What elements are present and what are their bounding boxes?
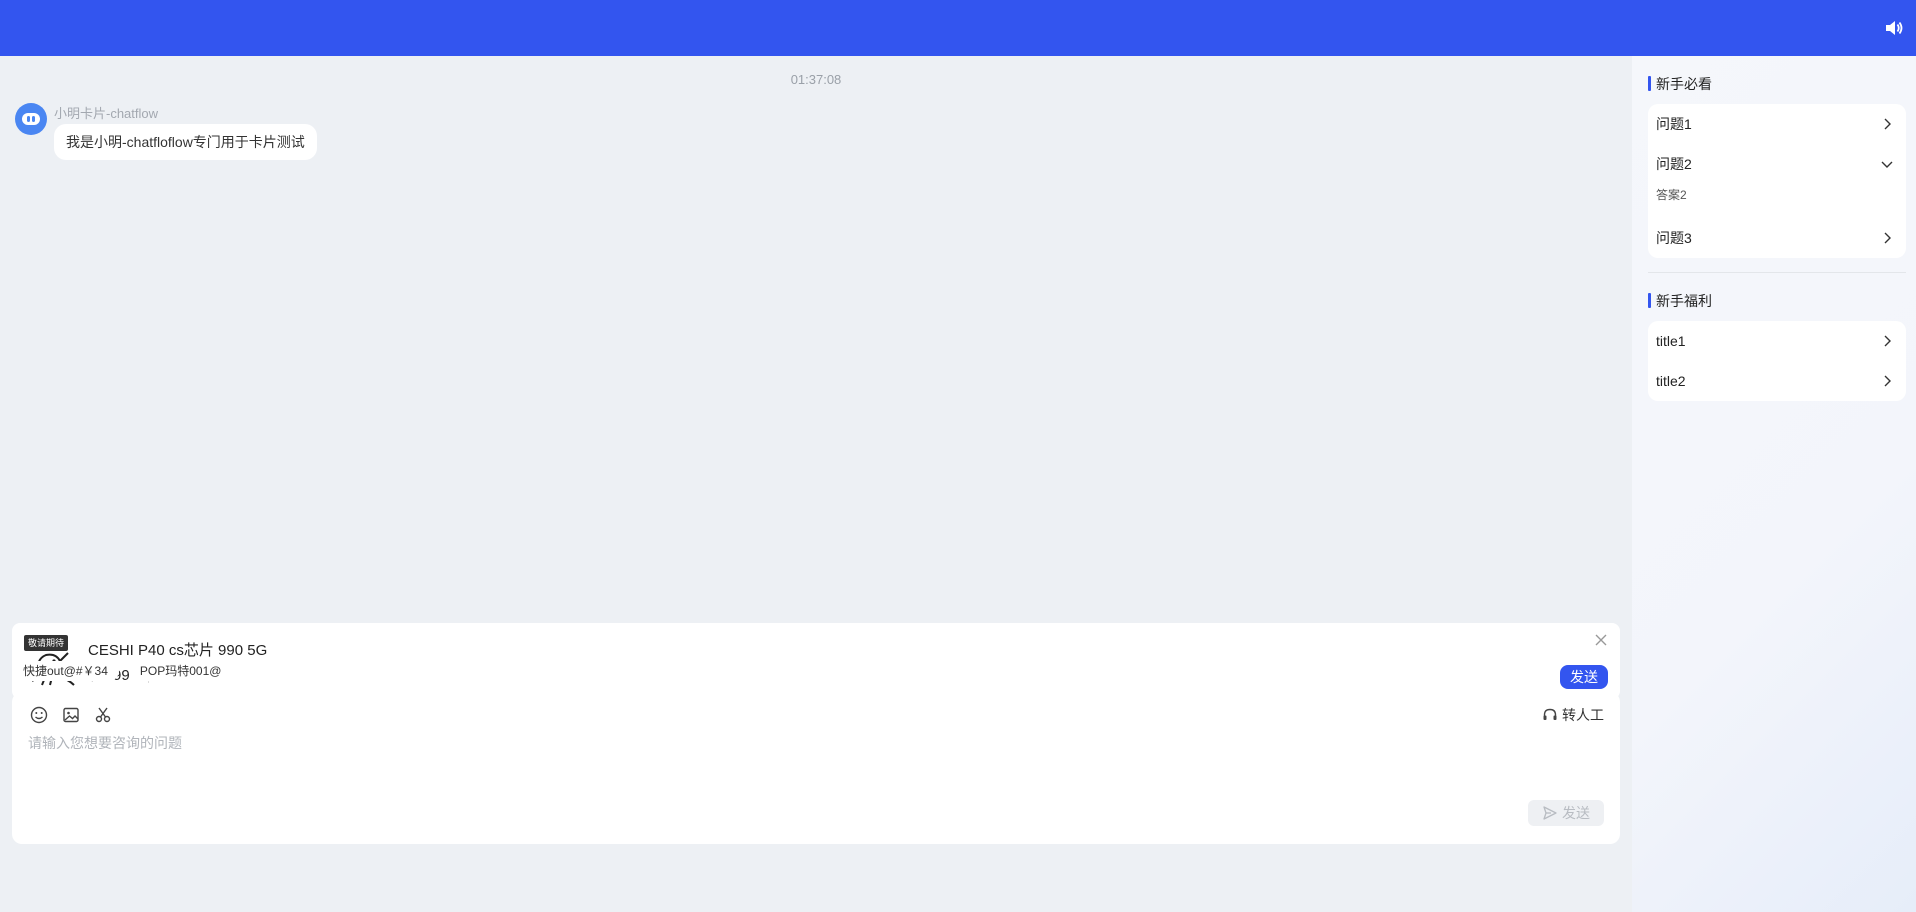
chevron-down-icon xyxy=(1881,161,1893,168)
faq-question: 问题3 xyxy=(1656,230,1692,246)
chevron-right-icon xyxy=(1884,375,1891,387)
message-bubble: 我是小明-chatfloflow专门用于卡片测试 xyxy=(54,124,317,160)
benefit-item[interactable]: title2 xyxy=(1648,361,1906,401)
send-label: 发送 xyxy=(1562,805,1590,821)
chevron-right-icon xyxy=(1884,118,1891,130)
quick-reply-chip[interactable]: POP玛特001@ xyxy=(128,661,233,681)
faq-question: 问题2 xyxy=(1656,156,1692,172)
benefit-title: title2 xyxy=(1656,373,1686,389)
transfer-human-button[interactable]: 转人工 xyxy=(1542,706,1604,724)
send-product-button[interactable]: 发送 xyxy=(1560,665,1608,689)
faq-item[interactable]: 问题2 xyxy=(1648,144,1906,184)
benefits-card: title1 title2 xyxy=(1648,321,1906,401)
faq-item[interactable]: 问题1 xyxy=(1648,104,1906,144)
product-card: 敬请期待 CESHI P40 cs芯片 990 5G $2999 5 发送 xyxy=(12,623,1620,699)
quick-replies: 快捷out@#￥34 POP玛特001@ xyxy=(12,661,233,681)
close-icon[interactable] xyxy=(1594,633,1608,647)
faq-question: 问题1 xyxy=(1656,116,1692,132)
chevron-right-icon xyxy=(1884,232,1891,244)
send-button[interactable]: 发送 xyxy=(1528,800,1604,826)
faq-answer: 答案2 xyxy=(1656,188,1687,202)
faq-item[interactable]: 问题3 xyxy=(1648,218,1906,258)
section-title-beginner-guide: 新手必看 xyxy=(1648,75,1712,93)
message-composer: 转人工 发送 xyxy=(12,692,1620,844)
top-bar xyxy=(0,0,1916,56)
product-tag-badge: 敬请期待 xyxy=(24,635,69,651)
product-name: CESHI P40 cs芯片 990 5G xyxy=(88,642,268,659)
message-input[interactable] xyxy=(28,734,1228,752)
image-icon[interactable] xyxy=(62,706,80,724)
message-timestamp: 01:37:08 xyxy=(790,72,842,87)
chevron-right-icon xyxy=(1884,335,1891,347)
scissors-icon[interactable] xyxy=(94,706,112,724)
section-divider xyxy=(1648,272,1906,273)
sender-name: 小明卡片-chatflow xyxy=(54,106,159,121)
quick-reply-chip[interactable]: 快捷out@#￥34 xyxy=(12,661,119,681)
headset-icon xyxy=(1543,708,1557,720)
transfer-human-label: 转人工 xyxy=(1562,707,1604,723)
section-title-beginner-benefits: 新手福利 xyxy=(1648,292,1712,310)
faq-card: 问题1 问题2 答案2 问题3 xyxy=(1648,104,1906,258)
send-icon xyxy=(1543,806,1557,820)
faq-sidebar: 新手必看 问题1 问题2 答案2 问题3 新手福利 title1 title2 xyxy=(1632,56,1916,912)
volume-icon[interactable] xyxy=(1884,19,1904,37)
chat-area: 01:37:08 小明卡片-chatflow 我是小明-chatfloflow专… xyxy=(0,56,1632,912)
robot-icon xyxy=(15,103,47,135)
benefit-title: title1 xyxy=(1656,333,1686,349)
emoji-icon[interactable] xyxy=(30,706,48,724)
benefit-item[interactable]: title1 xyxy=(1648,321,1906,361)
